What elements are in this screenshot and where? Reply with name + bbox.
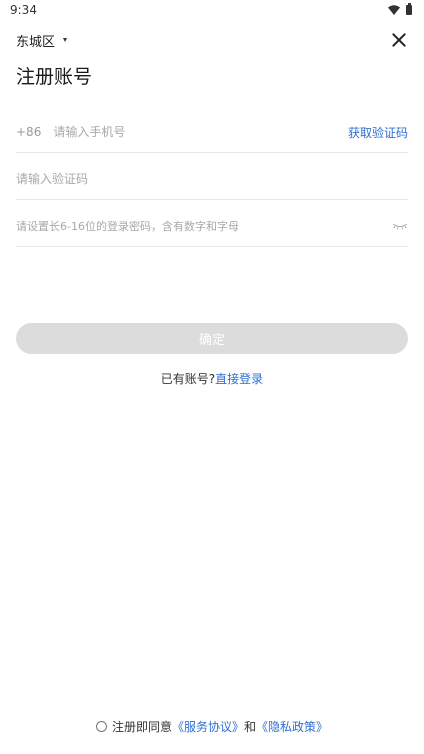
phone-input[interactable] [53,125,348,139]
confirm-button[interactable]: 确定 [16,323,408,354]
close-icon[interactable] [390,31,408,49]
status-bar: 9:34 [0,0,424,20]
privacy-policy-link[interactable]: 《隐私政策》 [256,718,328,735]
agree-checkbox[interactable] [95,720,107,732]
login-link[interactable]: 直接登录 [215,372,263,386]
region-selector[interactable]: 东城区 [16,31,68,50]
page-title: 注册账号 [16,66,93,88]
wifi-icon [388,5,400,15]
agreement-and: 和 [244,719,257,734]
eye-closed-icon[interactable] [392,221,408,231]
caret-down-icon [63,38,68,42]
status-time: 9:34 [10,3,37,17]
password-input[interactable] [16,219,392,233]
country-code[interactable]: +86 [16,125,41,139]
region-label: 东城区 [16,34,56,50]
header: 东城区 [16,28,408,52]
login-prompt: 已有账号? [160,372,216,386]
battery-icon [406,3,412,15]
agreement-prefix: 注册即同意 [111,719,172,734]
login-row: 已有账号?直接登录 [0,370,424,387]
get-code-button[interactable]: 获取验证码 [348,124,408,141]
verification-code-input[interactable] [16,172,408,186]
status-icons [388,3,412,15]
code-field-row [16,159,408,200]
agreement-row: 注册即同意 《服务协议》和《隐私政策》 [0,718,424,734]
password-field-row [16,206,408,247]
phone-field-row: +86 获取验证码 [16,112,408,153]
service-agreement-link[interactable]: 《服务协议》 [172,718,244,735]
